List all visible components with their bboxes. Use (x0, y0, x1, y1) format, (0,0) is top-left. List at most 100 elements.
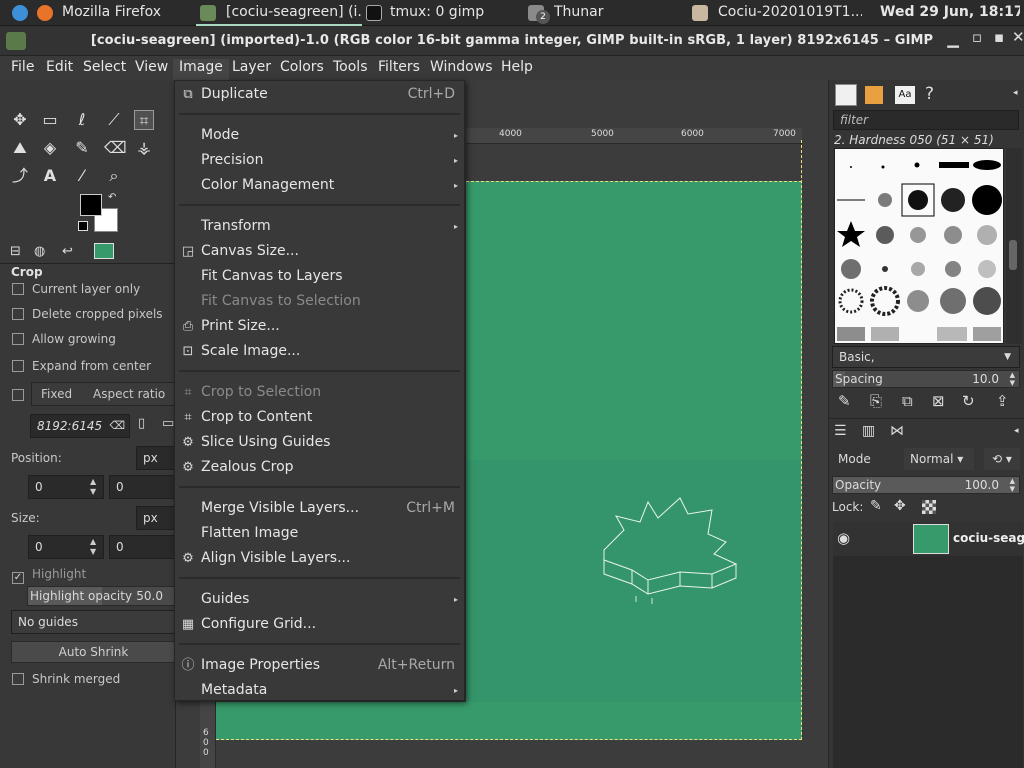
menu-image[interactable]: Image (173, 59, 229, 80)
scrollbar-thumb[interactable] (1009, 240, 1017, 270)
size-unit-select[interactable]: px (136, 506, 176, 530)
spin-icon[interactable]: ▲ ▼ (1010, 371, 1015, 387)
menu-item-metadata[interactable]: Metadata ▸ (175, 678, 464, 703)
menu-item-align-visible-layers[interactable]: ⚙ Align Visible Layers... (175, 546, 464, 571)
new-brush-icon[interactable]: ⎘ (870, 392, 882, 410)
layer-mode-select[interactable]: Normal ▾ (904, 448, 974, 470)
paths-tool-icon[interactable]: ⤴ (10, 166, 30, 186)
text-tool-icon[interactable]: A (40, 166, 60, 186)
fixed-checkbox[interactable] (12, 388, 32, 402)
eraser-tool-icon[interactable]: ⌫ (104, 138, 127, 158)
checkbox-box[interactable] (12, 333, 24, 345)
vertical-ruler[interactable]: 6 0 0 (200, 700, 216, 768)
menu-item-fit-canvas-to-layers[interactable]: Fit Canvas to Layers (175, 264, 464, 289)
channels-tab-icon[interactable]: ▥ (862, 423, 875, 439)
layers-list[interactable]: ◉ cociu-seag (833, 522, 1024, 768)
checkbox-box[interactable] (12, 389, 24, 401)
paintbrush-tool-icon[interactable]: ✎ (72, 138, 92, 158)
horizontal-ruler[interactable]: 4000 5000 6000 7000 (466, 128, 802, 144)
fuzzy-select-tool-icon[interactable]: ⟋ (104, 110, 124, 130)
taskbar-item-cociu[interactable]: Cociu-20201019T1... (692, 0, 862, 26)
edit-brush-icon[interactable]: ✎ (838, 392, 851, 410)
brush-preset-select[interactable]: Basic, ▼ (832, 346, 1020, 368)
lock-position-icon[interactable]: ✥ (894, 498, 906, 514)
taskbar-item-tmux[interactable]: tmux: 0 gimp (366, 0, 516, 26)
bucket-fill-tool-icon[interactable]: ◈ (40, 138, 60, 158)
spin-icon[interactable]: ▲ ▼ (1010, 477, 1015, 493)
tool-options-tab-icon[interactable]: ⊟ (10, 244, 21, 259)
checkbox-box[interactable] (12, 360, 24, 372)
highlight-opacity-slider[interactable]: Highlight opacity 50.0 (27, 586, 176, 606)
menu-item-mode[interactable]: Mode ▸ (175, 123, 464, 148)
lock-alpha-icon[interactable] (922, 500, 936, 514)
taskbar-item-firefox[interactable]: Mozilla Firefox (62, 0, 192, 26)
checkbox-box[interactable] (12, 673, 24, 685)
ratio-input[interactable]: 8192:6145 ⌫ (30, 414, 130, 438)
paths-tab-icon[interactable]: ⋈ (890, 423, 904, 439)
menu-item-canvas-size[interactable]: ◲ Canvas Size... (175, 239, 464, 264)
dock-menu-icon[interactable]: ◂ (1014, 426, 1019, 436)
delete-cropped-checkbox[interactable]: Delete cropped pixels (12, 307, 163, 321)
crop-tool-icon[interactable]: ⌗ (134, 110, 154, 130)
color-picker-tool-icon[interactable]: ⁄ (72, 166, 92, 186)
menu-item-duplicate[interactable]: ⧉ Duplicate Ctrl+D (175, 82, 464, 107)
checkbox-box[interactable] (12, 283, 24, 295)
images-tab-icon[interactable] (94, 243, 114, 259)
shrink-merged-checkbox[interactable]: Shrink merged (12, 672, 120, 686)
menu-item-print-size[interactable]: ⎙ Print Size... (175, 314, 464, 339)
menu-item-color-management[interactable]: Color Management ▸ (175, 173, 464, 198)
taskbar-item-thunar[interactable]: 2 Thunar (528, 0, 678, 26)
brush-filter-input[interactable]: filter (833, 110, 1019, 130)
expand-from-center-checkbox[interactable]: Expand from center (12, 359, 151, 373)
lock-pixels-icon[interactable]: ✎ (870, 498, 882, 514)
allow-growing-checkbox[interactable]: Allow growing (12, 332, 116, 346)
menu-tools[interactable]: Tools (333, 59, 368, 75)
layers-tab-icon[interactable]: ☰ (834, 423, 847, 439)
menu-item-scale-image[interactable]: ⊡ Scale Image... (175, 339, 464, 364)
menu-colors[interactable]: Colors (280, 59, 324, 75)
menu-select[interactable]: Select (83, 59, 126, 75)
menu-view[interactable]: View (135, 59, 168, 75)
highlight-checkbox[interactable]: ✓ Highlight (12, 567, 86, 584)
clone-tool-icon[interactable]: ⚶ (134, 138, 154, 158)
app-menu-icon[interactable] (12, 5, 28, 21)
checkbox-box[interactable] (12, 308, 24, 320)
brushes-tab-icon[interactable] (835, 84, 857, 106)
warp-transform-tool-icon[interactable]: ⛰ (10, 138, 30, 158)
close-x-icon[interactable]: ✕ (1012, 28, 1024, 48)
open-brush-as-image-icon[interactable]: ⇪ (996, 392, 1009, 410)
position-y-input[interactable]: 0 (109, 475, 176, 499)
fixed-aspect-dropdown[interactable]: Fixed Aspect ratio (31, 382, 176, 406)
layer-opacity-slider[interactable]: Opacity 100.0 ▲ ▼ (832, 476, 1020, 494)
layer-mode-reset-icon[interactable]: ⟲ ▾ (984, 448, 1020, 470)
clear-ratio-icon[interactable]: ⌫ (109, 415, 125, 437)
guides-select[interactable]: No guides (11, 610, 176, 634)
landscape-icon[interactable]: ▭ (162, 416, 174, 431)
help-tab-icon[interactable]: ? (925, 84, 934, 104)
checkbox-box[interactable]: ✓ (12, 572, 24, 584)
portrait-icon[interactable]: ▯ (138, 416, 145, 431)
patterns-tab-icon[interactable] (865, 86, 883, 104)
duplicate-brush-icon[interactable]: ⧉ (902, 392, 913, 410)
menu-item-configure-grid[interactable]: ▦ Configure Grid... (175, 612, 464, 637)
menu-item-precision[interactable]: Precision ▸ (175, 148, 464, 173)
position-x-spin-icon[interactable]: ▲ ▼ (90, 477, 96, 497)
device-status-tab-icon[interactable]: ◍ (34, 244, 45, 259)
layer-name[interactable]: cociu-seag (953, 531, 1024, 545)
zoom-tool-icon[interactable]: ⌕ (104, 166, 124, 186)
eye-visibility-icon[interactable]: ◉ (837, 529, 850, 547)
menu-windows[interactable]: Windows (430, 59, 493, 75)
move-tool-icon[interactable]: ✥ (10, 110, 30, 130)
size-width-spin-icon[interactable]: ▲ ▼ (90, 537, 96, 557)
menu-item-merge-visible-layers[interactable]: Merge Visible Layers... Ctrl+M (175, 496, 464, 521)
layer-row[interactable]: ◉ cociu-seag (833, 522, 1024, 556)
menu-item-flatten-image[interactable]: Flatten Image (175, 521, 464, 546)
dock-menu-icon[interactable]: ◂ (1013, 88, 1018, 98)
fonts-tab-icon[interactable]: Aa (895, 86, 915, 104)
foreground-color-swatch[interactable] (80, 194, 102, 216)
brush-spacing-slider[interactable]: Spacing 10.0 ▲ ▼ (832, 370, 1020, 388)
menu-filters[interactable]: Filters (378, 59, 420, 75)
delete-brush-icon[interactable]: ⊠ (932, 392, 945, 410)
menu-file[interactable]: File (11, 59, 34, 75)
position-unit-select[interactable]: px (136, 446, 176, 470)
